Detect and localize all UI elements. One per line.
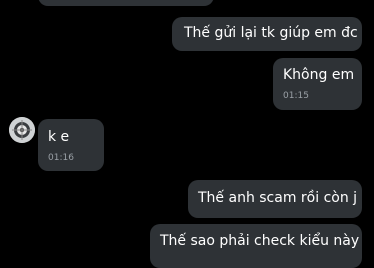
- message-text: Thế sao phải check kiểu này: [160, 233, 360, 249]
- message-text: Thế gửi lại tk giúp em đc: [184, 25, 358, 41]
- avatar-image-icon: [9, 117, 35, 143]
- message-bubble-incoming[interactable]: k e 01:16: [38, 119, 104, 171]
- message-timestamp: 01:16: [48, 153, 74, 163]
- contact-avatar[interactable]: [9, 117, 35, 143]
- message-text: k e: [48, 129, 70, 145]
- message-bubble-outgoing[interactable]: Không em 01:15: [273, 58, 362, 110]
- message-text: Không em: [283, 67, 355, 83]
- chat-thread: Thế gửi lại tk giúp em đc Không em 01:15…: [0, 0, 374, 268]
- message-bubble-outgoing[interactable]: Thế sao phải check kiểu này: [150, 224, 362, 268]
- message-timestamp: 01:15: [283, 91, 309, 101]
- message-bubble-outgoing[interactable]: Thế anh scam rồi còn j: [188, 180, 362, 218]
- message-bubble-outgoing[interactable]: Thế gửi lại tk giúp em đc: [172, 17, 362, 51]
- message-bubble-outgoing[interactable]: [38, 0, 214, 6]
- message-text: Thế anh scam rồi còn j: [198, 190, 358, 206]
